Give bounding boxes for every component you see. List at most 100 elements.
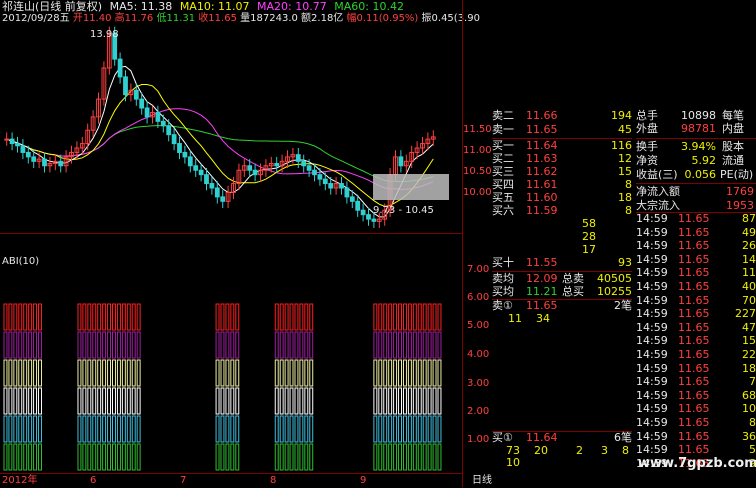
tick-volume: 36 (742, 429, 756, 443)
abi-bar (136, 415, 141, 443)
candle-body (182, 151, 188, 158)
period-tab[interactable]: 日线 (472, 475, 492, 486)
abi-bar (112, 331, 116, 359)
abi-bar (398, 359, 403, 387)
buy-one-queue-extra: 10 (506, 456, 520, 469)
abi-bar (422, 387, 427, 415)
abi-bar (225, 387, 230, 415)
abi-bar (23, 415, 28, 443)
abi-bar (304, 387, 309, 415)
abi-bar (107, 415, 112, 443)
abi-bar (97, 359, 102, 387)
abi-bar (235, 359, 240, 387)
abi-bar (309, 303, 314, 331)
abi-bar (407, 303, 412, 331)
abi-bar (437, 415, 442, 443)
abi-bar (102, 387, 107, 415)
abi-bar (402, 443, 407, 471)
candle-body (42, 158, 47, 167)
abi-tick: 2.00 (467, 406, 490, 417)
abi-bar (92, 359, 97, 387)
abi-bar (235, 443, 240, 471)
abi-bar (378, 359, 383, 387)
tick-row: 14:59 11.65 40 (636, 281, 756, 295)
candle-body (187, 156, 193, 167)
abi-bar (284, 359, 289, 387)
abi-bar (289, 331, 294, 359)
abi-bar (304, 415, 309, 443)
abi-bar (373, 443, 378, 471)
abi-bar (437, 303, 442, 331)
abi-bar (107, 359, 112, 387)
abi-bar (87, 303, 92, 331)
abi-bar (102, 443, 107, 471)
kline-chart[interactable]: 13.98 9.73 - 10.45 (0, 22, 462, 232)
abi-bar (13, 415, 18, 443)
abi-bar (77, 331, 82, 359)
abi-bar (398, 443, 403, 471)
abi-bar (388, 415, 393, 443)
tick-time: 14:59 (636, 293, 668, 307)
abi-bar (3, 331, 8, 359)
low-marker: 9.73 - 10.45 (373, 205, 434, 216)
abi-bar (437, 387, 442, 415)
selection-box[interactable] (373, 174, 449, 200)
abi-bar (412, 415, 417, 443)
candle-body (166, 125, 172, 136)
abi-bar (284, 303, 289, 331)
abi-bar (417, 303, 422, 331)
abi-bar (107, 387, 112, 415)
abi-bar (33, 359, 38, 387)
abi-bar (383, 415, 388, 443)
abi-indicator-chart[interactable] (0, 266, 462, 472)
abi-bar (13, 359, 18, 387)
abi-bar (97, 303, 102, 331)
abi-bar (299, 387, 304, 415)
tick-volume: 14 (742, 252, 756, 266)
sell-one-queue[interactable]: 卖① 11.65 2笔 (492, 299, 632, 313)
abi-bar (38, 303, 42, 331)
abi-bar (432, 303, 437, 331)
abi-bar (112, 359, 116, 387)
ma20-line (6, 108, 434, 190)
abi-tick: 3.00 (467, 378, 490, 389)
abi-bar (8, 387, 13, 415)
tick-volume: 26 (742, 239, 756, 253)
x-axis-bar (0, 473, 462, 488)
abi-bar (393, 415, 398, 443)
candle-body (25, 151, 31, 158)
tick-volume: 87 (742, 212, 756, 225)
order-row-sell: 卖二 11.66 194 (492, 109, 632, 122)
candle-body (144, 107, 150, 118)
tick-list[interactable]: 14:59 11.65 87 14:59 11.65 49 14:59 11.65 26 14:5… (636, 212, 756, 471)
abi-bar (373, 331, 378, 359)
abi-bar (77, 359, 82, 387)
abi-bar (422, 303, 427, 331)
abi-tick: 1.00 (467, 434, 490, 445)
tick-price: 11.65 (678, 429, 710, 443)
tick-volume: 18 (742, 361, 756, 375)
tick-row: 14:59 11.65 22 (636, 349, 756, 363)
abi-bar (289, 303, 294, 331)
abi-bar (102, 303, 107, 331)
abi-bar (107, 303, 112, 331)
candle-body (58, 160, 64, 167)
price-tick: 11.50 (463, 124, 492, 135)
abi-bar (92, 415, 97, 443)
ma20-label: MA20: 10.77 (257, 0, 327, 13)
abi-bar (407, 387, 412, 415)
candle-body (339, 183, 344, 189)
net-inflow-row: 净流入额 1769 (636, 185, 754, 198)
abi-bar (398, 415, 403, 443)
tick-volume: 227 (735, 307, 756, 321)
abi-bar (304, 331, 309, 359)
abi-bar (18, 303, 23, 331)
tick-price: 11.65 (678, 225, 710, 239)
abi-bar (422, 415, 427, 443)
abi-bar (3, 303, 8, 331)
tick-price: 11.65 (678, 415, 710, 429)
abi-bar (284, 331, 289, 359)
abi-bar (33, 415, 38, 443)
abi-bar (215, 359, 220, 387)
abi-bar (279, 415, 284, 443)
